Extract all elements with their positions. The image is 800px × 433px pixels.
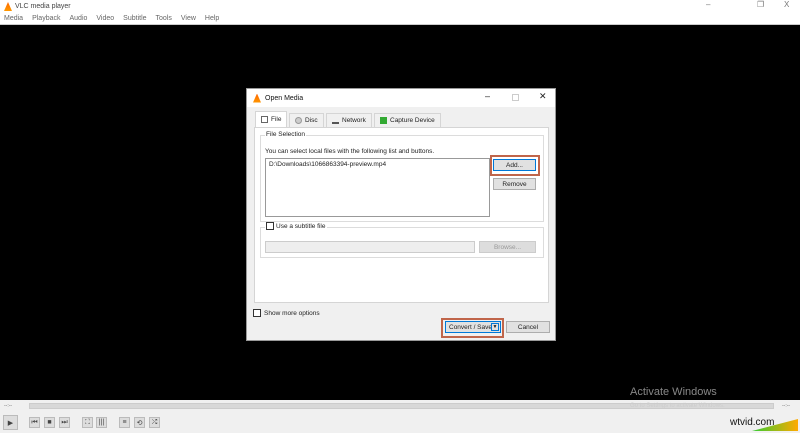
stop-button[interactable]: ■ bbox=[44, 417, 55, 428]
network-icon bbox=[332, 117, 339, 124]
menu-media[interactable]: Media bbox=[4, 15, 23, 22]
tab-label: File bbox=[271, 116, 282, 123]
file-icon bbox=[261, 116, 268, 123]
disc-icon bbox=[295, 117, 302, 124]
extended-settings-button[interactable]: ||| bbox=[96, 417, 107, 428]
shuffle-button[interactable]: ⤮ bbox=[149, 417, 160, 428]
tab-capture-device[interactable]: Capture Device bbox=[374, 113, 441, 127]
tab-label: Network bbox=[342, 117, 366, 124]
open-media-dialog: Open Media – ✕ File Disc Network Capture… bbox=[246, 88, 556, 341]
show-more-options-checkbox[interactable]: Show more options bbox=[253, 309, 320, 317]
subtitle-checkbox-label: Use a subtitle file bbox=[276, 222, 326, 230]
subtitle-group: Use a subtitle file Browse... bbox=[260, 222, 544, 258]
dialog-title: Open Media bbox=[265, 94, 304, 102]
add-button[interactable]: Add... bbox=[493, 159, 536, 171]
vlc-logo-icon bbox=[253, 93, 261, 103]
tab-file[interactable]: File bbox=[255, 111, 288, 127]
menu-audio[interactable]: Audio bbox=[69, 15, 87, 22]
tab-label: Capture Device bbox=[390, 117, 435, 124]
dropdown-arrow-icon[interactable]: ▼ bbox=[491, 323, 499, 331]
file-list[interactable]: D:\Downloads\1066863394-preview.mp4 bbox=[265, 158, 490, 217]
browse-button[interactable]: Browse... bbox=[479, 241, 536, 253]
menu-playback[interactable]: Playback bbox=[32, 15, 60, 22]
loop-button[interactable]: ⟲ bbox=[134, 417, 145, 428]
play-button[interactable]: ▶ bbox=[3, 415, 18, 430]
dialog-maximize-button[interactable] bbox=[512, 94, 519, 101]
show-more-options-label: Show more options bbox=[264, 309, 320, 317]
subtitle-checkbox[interactable]: Use a subtitle file bbox=[265, 222, 327, 230]
minimize-button[interactable]: – bbox=[706, 0, 710, 9]
window-title: VLC media player bbox=[15, 3, 71, 10]
remaining-time: --:-- bbox=[782, 403, 791, 409]
file-selection-group: File Selection You can select local file… bbox=[260, 131, 544, 222]
file-selection-label: File Selection bbox=[265, 131, 307, 138]
activate-windows-subtitle: Go to Settings to activate Windows. bbox=[630, 403, 725, 409]
playlist-button[interactable]: ≡ bbox=[119, 417, 130, 428]
dialog-close-button[interactable]: ✕ bbox=[539, 91, 547, 102]
next-button[interactable]: ⏭ bbox=[59, 417, 70, 428]
convert-save-label: Convert / Save bbox=[449, 323, 492, 331]
menu-tools[interactable]: Tools bbox=[156, 15, 172, 22]
convert-save-button[interactable]: Convert / Save ▼ bbox=[445, 321, 501, 333]
capture-device-icon bbox=[380, 117, 387, 124]
show-more-options-box[interactable] bbox=[253, 309, 261, 317]
file-tab-panel: File Selection You can select local file… bbox=[254, 127, 549, 303]
menu-view[interactable]: View bbox=[181, 15, 196, 22]
title-bar: VLC media player – ❐ X bbox=[0, 0, 800, 13]
menu-bar: Media Playback Audio Video Subtitle Tool… bbox=[0, 13, 800, 25]
elapsed-time: --:-- bbox=[4, 403, 13, 409]
tab-network[interactable]: Network bbox=[326, 113, 372, 127]
subtitle-checkbox-box[interactable] bbox=[266, 222, 274, 230]
restore-button[interactable]: ❐ bbox=[757, 0, 764, 9]
menu-help[interactable]: Help bbox=[205, 15, 219, 22]
remove-button[interactable]: Remove bbox=[493, 178, 536, 190]
file-selection-hint: You can select local files with the foll… bbox=[265, 148, 435, 155]
watermark-logo: wtvid.com bbox=[730, 417, 775, 428]
dialog-title-bar: Open Media – ✕ bbox=[247, 89, 555, 107]
cancel-button[interactable]: Cancel bbox=[506, 321, 550, 333]
vlc-logo-icon bbox=[4, 2, 12, 11]
fullscreen-button[interactable]: ⛶ bbox=[82, 417, 93, 428]
file-list-item[interactable]: D:\Downloads\1066863394-preview.mp4 bbox=[269, 161, 486, 168]
player-controls: --:-- Go to Settings to activate Windows… bbox=[0, 400, 800, 433]
close-button[interactable]: X bbox=[784, 0, 789, 9]
previous-button[interactable]: ⏮ bbox=[29, 417, 40, 428]
dialog-minimize-button[interactable]: – bbox=[485, 91, 490, 101]
subtitle-path-input[interactable] bbox=[265, 241, 475, 253]
menu-subtitle[interactable]: Subtitle bbox=[123, 15, 146, 22]
menu-video[interactable]: Video bbox=[96, 15, 114, 22]
tab-disc[interactable]: Disc bbox=[289, 113, 324, 127]
tab-label: Disc bbox=[305, 117, 318, 124]
activate-windows-title: Activate Windows bbox=[630, 386, 717, 398]
